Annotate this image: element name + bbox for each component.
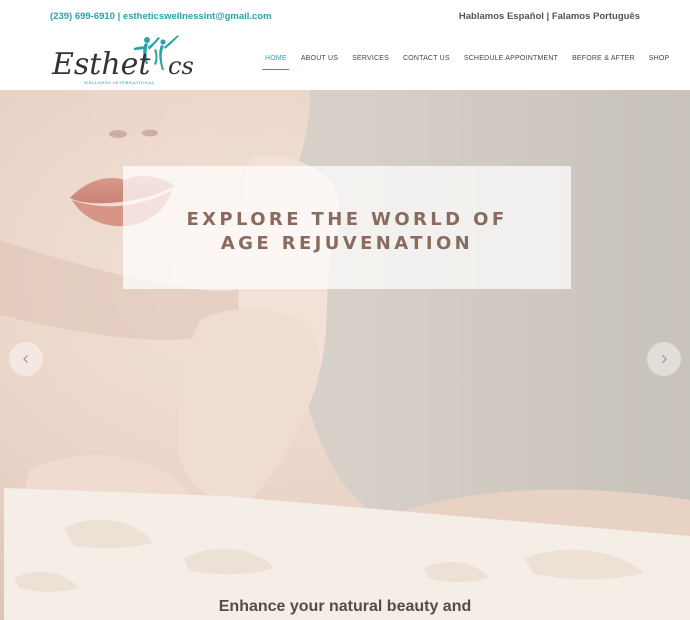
slider-prev-button[interactable] [9, 342, 43, 376]
logo-subtitle: WELLNESS INTERNATIONAL [84, 80, 155, 85]
svg-text:cs: cs [168, 52, 194, 80]
chevron-right-icon [662, 355, 667, 363]
slider-next-button[interactable] [647, 342, 681, 376]
email-link[interactable]: estheticswellnessint@gmail.com [123, 11, 272, 22]
top-bar: (239) 699-6910 | estheticswellnessint@gm… [0, 0, 690, 34]
logo-wordmark: Esthet [51, 47, 151, 82]
site-header: Esthet cs WELLNESS INTERNATIONAL HOME AB… [0, 34, 690, 90]
nav-schedule-appointment[interactable]: SCHEDULE APPOINTMENT [457, 55, 565, 62]
hero-caption-box: EXPLORE THE WORLD OF AGE REJUVENATION [123, 166, 571, 289]
nav-before-after[interactable]: BEFORE & AFTER [565, 55, 642, 62]
main-nav: HOME ABOUT US SERVICES CONTACT US SCHEDU… [258, 55, 677, 70]
languages-text: Hablamos Español | Falamos Português [458, 11, 640, 22]
nav-home[interactable]: HOME [258, 55, 294, 70]
intro-tagline: Enhance your natural beauty and [218, 598, 472, 615]
hero-caption-line-2: AGE REJUVENATION [220, 233, 474, 254]
nav-about-us[interactable]: ABOUT US [294, 55, 345, 62]
contact-info: (239) 699-6910 | estheticswellnessint@gm… [50, 11, 272, 22]
contact-separator: | [117, 11, 121, 22]
nav-shop[interactable]: SHOP [642, 55, 677, 62]
phone-link[interactable]: (239) 699-6910 [50, 11, 115, 22]
nav-contact-us[interactable]: CONTACT US [396, 55, 457, 62]
chevron-left-icon [23, 355, 28, 363]
nav-services[interactable]: SERVICES [345, 55, 396, 62]
hero-caption-line-1: EXPLORE THE WORLD OF [186, 209, 508, 230]
hero-caption: EXPLORE THE WORLD OF AGE REJUVENATION [123, 208, 571, 256]
site-logo[interactable]: Esthet cs WELLNESS INTERNATIONAL [50, 34, 200, 90]
